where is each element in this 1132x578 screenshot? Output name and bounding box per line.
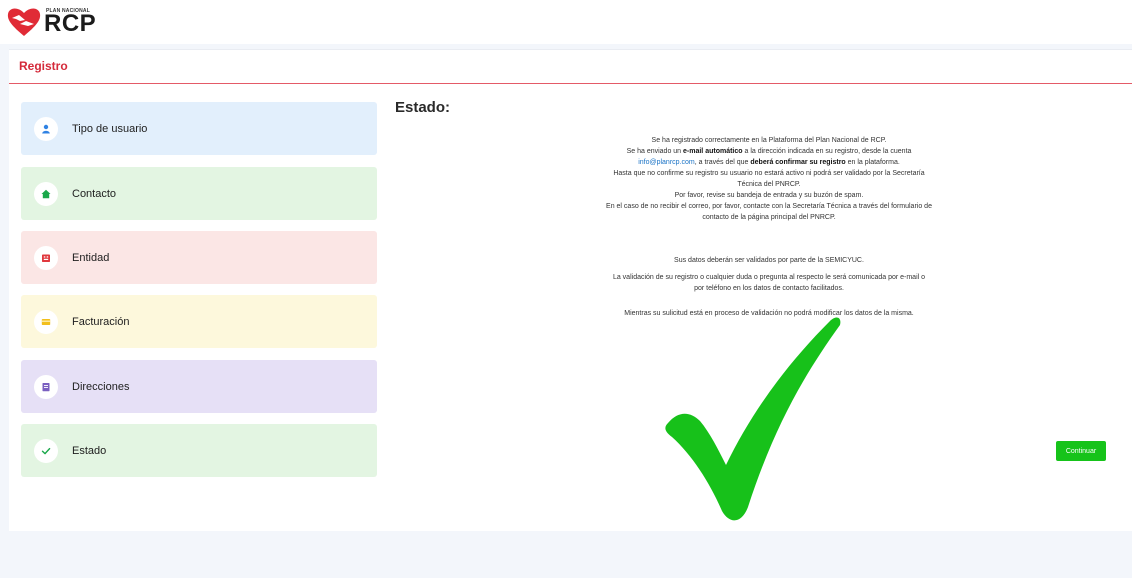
top-header: PLAN NACIONAL RCP [0, 0, 1132, 44]
estado-heading: Estado: [395, 99, 451, 116]
address-icon [34, 374, 58, 399]
title-divider [9, 83, 1132, 84]
message-line: Técnica del PNRCP. [737, 181, 801, 188]
text-fragment: en la plataforma. [845, 159, 900, 166]
text-fragment: a la dirección indicada en su registro, … [742, 148, 912, 155]
brand-name: RCP [44, 10, 97, 37]
message-line: Por favor, revise su bandeja de entrada … [674, 192, 864, 199]
message-line: info@planrcp.com, a través del que deber… [509, 157, 1029, 168]
step-estado[interactable]: Estado [21, 424, 377, 477]
message-line: En el caso de no recibir el correo, por … [606, 203, 932, 210]
validation-note: Sus datos deberán ser validados por part… [674, 257, 864, 264]
heart-hands-logo-icon [7, 8, 41, 36]
step-label: Tipo de usuario [72, 122, 148, 135]
step-label: Facturación [72, 315, 130, 328]
email-link[interactable]: info@planrcp.com [638, 159, 695, 166]
step-direcciones[interactable]: Direcciones [21, 360, 377, 413]
card-icon [34, 309, 58, 334]
step-label: Direcciones [72, 380, 130, 393]
text-fragment: , a través del que [694, 159, 751, 166]
emphasis-confirm: deberá confirmar su registro [750, 159, 846, 166]
check-icon [34, 438, 58, 463]
card-title: Registro [19, 59, 68, 73]
message-line: Se ha registrado correctamente en la Pla… [651, 137, 887, 144]
step-facturacion[interactable]: Facturación [21, 295, 377, 348]
step-label: Entidad [72, 251, 110, 264]
step-entidad[interactable]: Entidad [21, 231, 377, 284]
step-contacto[interactable]: Contacto [21, 167, 377, 220]
continue-button[interactable]: Continuar [1056, 441, 1106, 461]
brand-logo[interactable]: PLAN NACIONAL RCP [6, 2, 126, 42]
message-line: contacto de la página principal del PNRC… [702, 214, 836, 221]
home-icon [34, 181, 58, 206]
person-icon [34, 116, 58, 141]
message-line: Hasta que no confirme su registro su usu… [613, 170, 925, 177]
text-fragment: Se ha enviado un [626, 148, 684, 155]
message-line: La validación de su registro o cualquier… [612, 274, 926, 281]
step-label: Estado [72, 444, 107, 457]
contact-note: La validación de su registro o cualquier… [509, 272, 1029, 294]
building-icon [34, 245, 58, 270]
step-tipo-de-usuario[interactable]: Tipo de usuario [21, 102, 377, 155]
step-label: Contacto [72, 187, 117, 200]
message-line: por teléfono en los datos de contacto fa… [694, 285, 844, 292]
emphasis-email: e-mail automático [683, 148, 743, 155]
registration-card: Registro Tipo de usuario Contacto Entida… [9, 49, 1132, 531]
status-message: Se ha registrado correctamente en la Pla… [509, 135, 1029, 223]
message-line: Se ha enviado un e-mail automático a la … [509, 146, 1029, 157]
success-checkmark-icon [665, 317, 841, 521]
